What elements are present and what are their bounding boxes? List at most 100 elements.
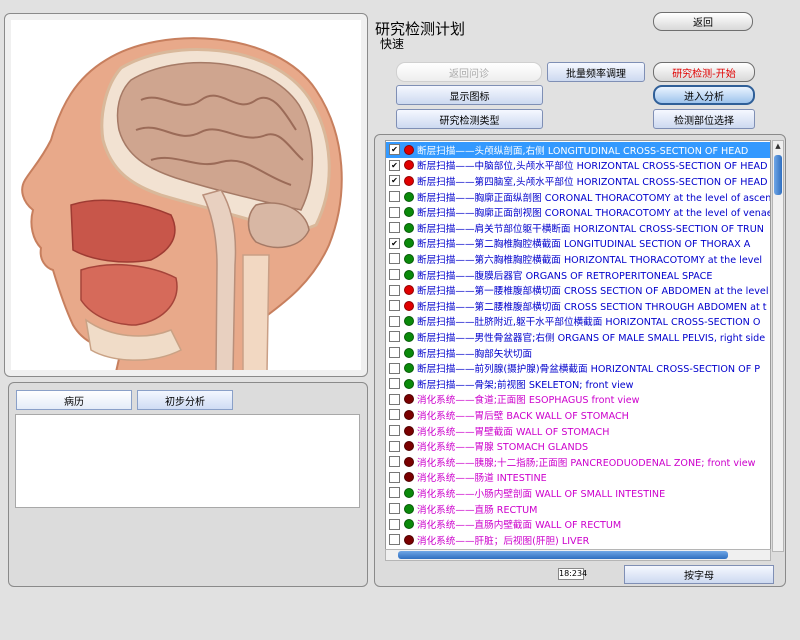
- list-item[interactable]: 消化系统——胃壁截面 WALL OF STOMACH: [386, 423, 770, 439]
- status-dot-icon: [404, 160, 414, 171]
- list-item[interactable]: 断层扫描——第一腰椎腹部横切面 CROSS SECTION OF ABDOMEN…: [386, 282, 770, 298]
- list-item[interactable]: 断层扫描——男性骨盆器官;右侧 ORGANS OF MALE SMALL PEL…: [386, 329, 770, 345]
- list-item-label: 消化系统——小肠内壁剖面 WALL OF SMALL INTESTINE: [417, 488, 666, 500]
- list-item[interactable]: 断层扫描——第二腰椎腹部横切面 CROSS SECTION THROUGH AB…: [386, 298, 770, 314]
- status-dot-icon: [404, 269, 414, 280]
- status-dot-icon: [404, 534, 414, 545]
- list-item[interactable]: ✔ 断层扫描——头颅纵剖面,右侧 LONGITUDINAL CROSS-SECTI…: [386, 142, 770, 158]
- scan-list[interactable]: ✔ 断层扫描——头颅纵剖面,右侧 LONGITUDINAL CROSS-SECTI…: [385, 140, 771, 552]
- status-dot-icon: [404, 503, 414, 514]
- list-item-checkbox[interactable]: [389, 456, 400, 468]
- list-item-checkbox[interactable]: [389, 253, 400, 265]
- list-item[interactable]: 消化系统——肝脏；后视图(肝胆) LIVER: [386, 532, 770, 548]
- list-item-checkbox[interactable]: [389, 425, 400, 437]
- list-item-label: 消化系统——肠道 INTESTINE: [417, 473, 547, 485]
- list-item-label: 断层扫描——腹膜后器官 ORGANS OF RETROPERITONEAL SP…: [417, 270, 713, 282]
- list-item[interactable]: ✔ 断层扫描——第四脑室,头颅水平部位 HORIZONTAL CROSS-SECT…: [386, 173, 770, 189]
- list-item-label: 消化系统——胰腺;十二指肠;正面图 PANCREODUODENAL ZONE; …: [417, 457, 756, 469]
- status-dot-icon: [404, 363, 414, 374]
- list-item-checkbox[interactable]: [389, 331, 400, 343]
- list-item[interactable]: 断层扫描——胸廓正面剖视图 CORONAL THORACOTOMY at the…: [386, 204, 771, 220]
- return-consultation-button[interactable]: 返回问诊: [396, 62, 542, 82]
- tab-medical-history[interactable]: 病历: [16, 390, 132, 410]
- list-item-checkbox[interactable]: [389, 191, 400, 203]
- list-item-checkbox[interactable]: [389, 534, 400, 546]
- list-item[interactable]: 消化系统——胃后壁 BACK WALL OF STOMACH: [386, 407, 770, 423]
- site-select-button[interactable]: 检测部位选择: [653, 109, 755, 129]
- study-type-button[interactable]: 研究检测类型: [396, 109, 543, 129]
- list-item-label: 断层扫描——头颅纵剖面,右侧 LONGITUDINAL CROSS-SECTIO…: [417, 145, 749, 157]
- start-detection-button[interactable]: 研究检测-开始: [653, 62, 755, 82]
- list-item[interactable]: 消化系统——胰腺;十二指肠;正面图 PANCREODUODENAL ZONE; …: [386, 454, 770, 470]
- list-item-checkbox[interactable]: [389, 206, 400, 218]
- status-dot-icon: [404, 441, 414, 452]
- list-item-checkbox[interactable]: [389, 518, 400, 530]
- list-item[interactable]: 断层扫描——胸部矢状切面: [386, 345, 770, 361]
- list-item-checkbox[interactable]: [389, 222, 400, 234]
- list-item[interactable]: 消化系统——直肠内壁截面 WALL OF RECTUM: [386, 516, 770, 532]
- list-item[interactable]: 消化系统——直肠 RECTUM: [386, 501, 770, 517]
- list-item-checkbox[interactable]: ✔: [389, 144, 400, 156]
- list-item[interactable]: 断层扫描——前列腺(摄护腺)骨盆横截面 HORIZONTAL CROSS-SEC…: [386, 360, 770, 376]
- vertical-scroll-thumb[interactable]: [774, 155, 782, 195]
- list-item-checkbox[interactable]: [389, 300, 400, 312]
- list-item-checkbox[interactable]: [389, 347, 400, 359]
- list-item-checkbox[interactable]: [389, 487, 400, 499]
- list-item[interactable]: 断层扫描——骨架;前视图 SKELETON; front view: [386, 376, 770, 392]
- list-item-checkbox[interactable]: [389, 362, 400, 374]
- list-item[interactable]: 消化系统——胃腺 STOMACH GLANDS: [386, 438, 770, 454]
- status-dot-icon: [404, 519, 414, 530]
- status-dot-icon: [404, 425, 414, 436]
- list-item[interactable]: ✔ 断层扫描——中脑部位,头颅水平部位 HORIZONTAL CROSS-SECT…: [386, 158, 770, 174]
- list-item-checkbox[interactable]: [389, 503, 400, 515]
- status-dot-icon: [404, 394, 414, 405]
- page-subtitle: 快速: [380, 37, 405, 51]
- list-item-checkbox[interactable]: ✔: [389, 159, 400, 171]
- list-item-checkbox[interactable]: [389, 284, 400, 296]
- list-item[interactable]: 消化系统——食道;正面图 ESOPHAGUS front view: [386, 392, 770, 408]
- list-item[interactable]: 断层扫描——腹膜后器官 ORGANS OF RETROPERITONEAL SP…: [386, 267, 770, 283]
- list-item-label: 消化系统——直肠内壁截面 WALL OF RECTUM: [417, 520, 622, 532]
- list-item-checkbox[interactable]: [389, 315, 400, 327]
- list-item[interactable]: 断层扫描——胸廓正面纵剖图 CORONAL THORACOTOMY at the…: [386, 189, 770, 205]
- return-button[interactable]: 返回: [653, 12, 753, 31]
- list-item[interactable]: ✔ 断层扫描——第二胸椎胸腔横截面 LONGITUDINAL SECTION OF…: [386, 236, 770, 252]
- list-item-checkbox[interactable]: ✔: [389, 175, 400, 187]
- item-counter: 18:234: [558, 568, 588, 580]
- list-item[interactable]: 断层扫描——肩关节部位躯干横断面 HORIZONTAL CROSS-SECTIO…: [386, 220, 770, 236]
- list-item-label: 消化系统——食道;正面图 ESOPHAGUS front view: [417, 395, 640, 407]
- list-item-label: 断层扫描——男性骨盆器官;右侧 ORGANS OF MALE SMALL PEL…: [417, 332, 766, 344]
- batch-frequency-button[interactable]: 批量频率调理: [547, 62, 645, 82]
- image-panel: [4, 13, 368, 377]
- list-item-checkbox[interactable]: [389, 471, 400, 483]
- list-item-checkbox[interactable]: [389, 409, 400, 421]
- tab-preliminary-analysis[interactable]: 初步分析: [137, 390, 233, 410]
- vertical-scrollbar[interactable]: ▲: [772, 140, 784, 552]
- status-dot-icon: [404, 144, 414, 155]
- list-item[interactable]: 消化系统——肠道 INTESTINE: [386, 470, 770, 486]
- record-text-area[interactable]: [15, 414, 360, 508]
- list-item-label: 消化系统——胃后壁 BACK WALL OF STOMACH: [417, 410, 629, 422]
- scroll-up-icon[interactable]: ▲: [773, 141, 783, 151]
- list-item[interactable]: 断层扫描——第六胸椎胸腔横截面 HORIZONTAL THORACOTOMY a…: [386, 251, 770, 267]
- anatomy-illustration: [21, 37, 343, 370]
- record-panel: 病历 初步分析: [8, 382, 368, 587]
- list-item-checkbox[interactable]: [389, 440, 400, 452]
- show-icons-button[interactable]: 显示图标: [396, 85, 543, 105]
- horizontal-scrollbar[interactable]: [385, 549, 771, 561]
- list-item-checkbox[interactable]: [389, 393, 400, 405]
- list-item-checkbox[interactable]: ✔: [389, 237, 400, 249]
- list-item-label: 断层扫描——胸廓正面剖视图 CORONAL THORACOTOMY at the…: [417, 208, 771, 220]
- list-item[interactable]: 消化系统——小肠内壁剖面 WALL OF SMALL INTESTINE: [386, 485, 770, 501]
- list-item-checkbox[interactable]: [389, 378, 400, 390]
- status-dot-icon: [404, 347, 414, 358]
- list-item[interactable]: 断层扫描——肚脐附近,躯干水平部位横截面 HORIZONTAL CROSS-SE…: [386, 314, 770, 330]
- sort-by-letter-button[interactable]: 按字母: [624, 565, 774, 584]
- list-item-label: 消化系统——肝脏；后视图(肝胆) LIVER: [417, 535, 590, 547]
- enter-analysis-button[interactable]: 进入分析: [653, 85, 755, 105]
- list-item-checkbox[interactable]: [389, 269, 400, 281]
- list-item-label: 断层扫描——第二腰椎腹部横切面 CROSS SECTION THROUGH AB…: [417, 301, 767, 313]
- list-item-label: 断层扫描——第六胸椎胸腔横截面 HORIZONTAL THORACOTOMY a…: [417, 254, 763, 266]
- horizontal-scroll-thumb[interactable]: [398, 551, 728, 559]
- status-dot-icon: [404, 191, 414, 202]
